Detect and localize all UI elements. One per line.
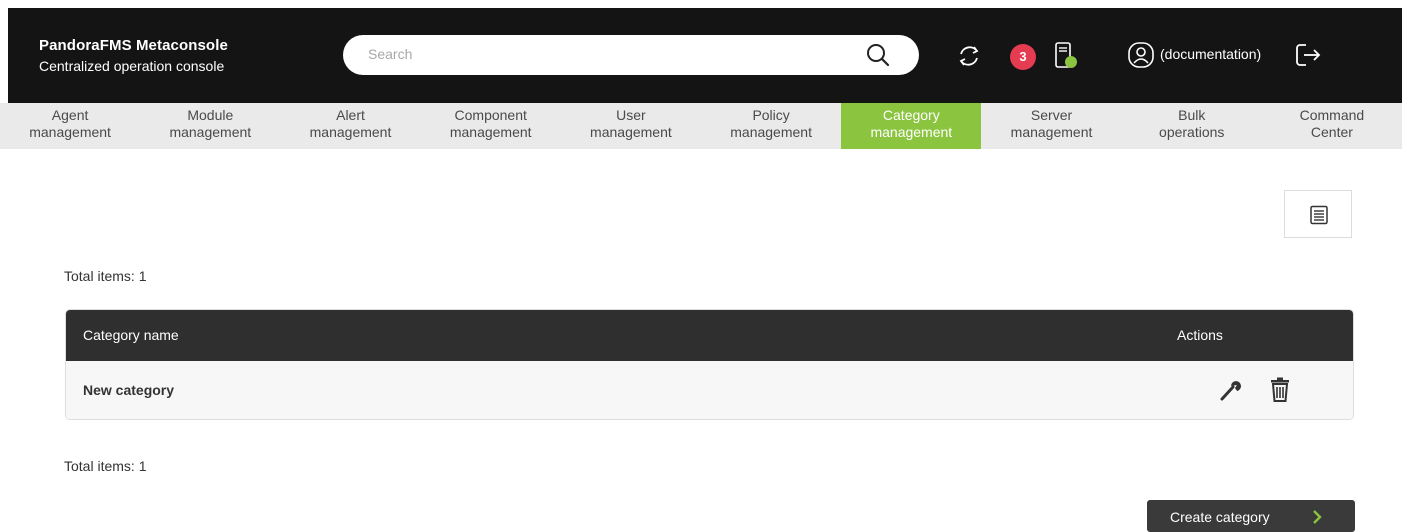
nav-category-management[interactable]: Category management	[841, 103, 982, 149]
total-items-bottom: Total items: 1	[64, 458, 147, 474]
main-nav: Agent management Module management Alert ma…	[0, 103, 1402, 149]
column-category-name[interactable]: Category name	[83, 327, 179, 343]
trash-icon[interactable]	[1269, 377, 1291, 408]
user-icon[interactable]	[1126, 40, 1156, 75]
notifications-badge[interactable]: 3	[1010, 44, 1036, 70]
logout-icon[interactable]	[1292, 39, 1324, 76]
nav-user-management[interactable]: User management	[561, 103, 701, 149]
search-input[interactable]: Search	[368, 46, 412, 62]
nav-module-management[interactable]: Module management	[140, 103, 280, 149]
nav-command-center[interactable]: Command Center	[1262, 103, 1402, 149]
refresh-icon[interactable]	[954, 41, 984, 76]
table-header: Category name Actions	[66, 310, 1353, 361]
list-view-button[interactable]	[1284, 190, 1352, 238]
category-table: Category name Actions New category	[65, 309, 1354, 420]
brand[interactable]: PandoraFMS Metaconsole Centralized opera…	[39, 35, 228, 77]
nav-agent-management[interactable]: Agent management	[0, 103, 140, 149]
column-actions: Actions	[1177, 327, 1223, 343]
search-icon[interactable]	[864, 41, 892, 74]
nav-bulk-operations[interactable]: Bulk operations	[1122, 103, 1262, 149]
wrench-icon[interactable]	[1218, 377, 1242, 408]
create-category-label: Create category	[1170, 509, 1270, 525]
top-header: PandoraFMS Metaconsole Centralized opera…	[8, 8, 1402, 103]
list-view-icon	[1310, 205, 1328, 225]
app-subtitle: Centralized operation console	[39, 58, 225, 74]
app-title: PandoraFMS Metaconsole	[39, 37, 228, 54]
user-name[interactable]: (documentation)	[1160, 46, 1261, 62]
category-name-cell[interactable]: New category	[83, 382, 174, 398]
create-category-button[interactable]: Create category	[1147, 500, 1355, 532]
nav-component-management[interactable]: Component management	[421, 103, 561, 149]
chevron-right-icon	[1311, 510, 1323, 529]
nav-server-management[interactable]: Server management	[981, 103, 1121, 149]
nav-policy-management[interactable]: Policy management	[701, 103, 841, 149]
nav-alert-management[interactable]: Alert management	[280, 103, 420, 149]
search-box[interactable]: Search	[343, 35, 919, 75]
server-status-icon[interactable]	[1052, 40, 1082, 77]
table-row: New category	[66, 361, 1353, 419]
total-items-top: Total items: 1	[64, 268, 147, 284]
